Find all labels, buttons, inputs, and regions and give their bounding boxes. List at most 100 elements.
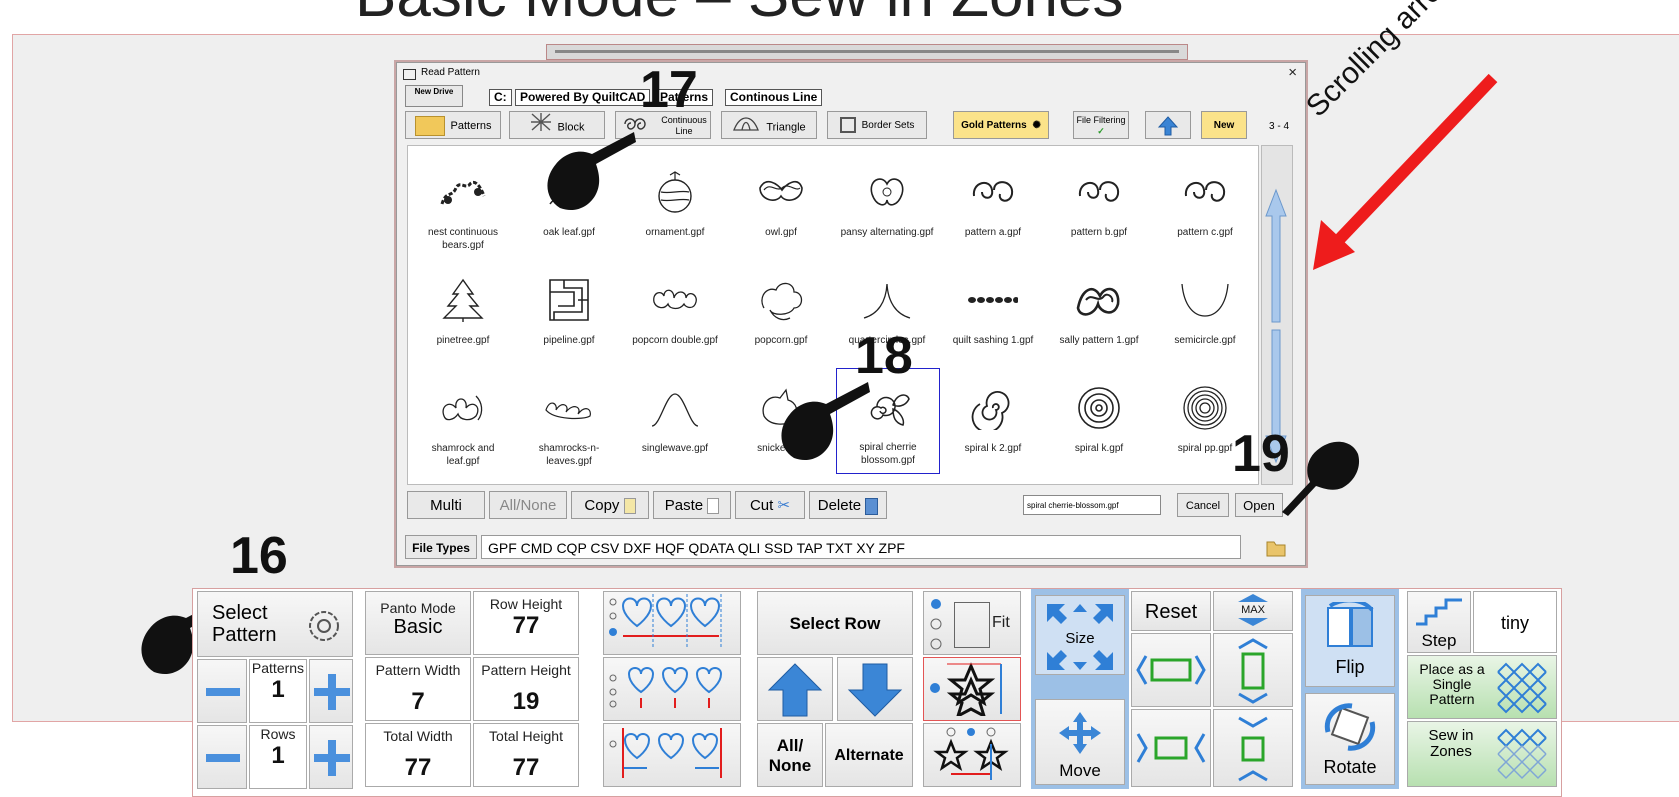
move-button[interactable]: Move bbox=[1035, 699, 1125, 785]
pattern-width-value: 7 bbox=[411, 688, 425, 715]
max-button[interactable]: MAX bbox=[1213, 591, 1293, 631]
trash-icon bbox=[865, 497, 879, 515]
file-item[interactable]: sally pattern 1.gpf bbox=[1048, 262, 1150, 366]
step-size-value[interactable]: tiny bbox=[1473, 591, 1557, 653]
all-none-rows-button[interactable]: All/ None bbox=[757, 723, 823, 787]
file-item[interactable]: pattern b.gpf bbox=[1048, 154, 1150, 258]
row-up-button[interactable] bbox=[757, 657, 833, 721]
stretch-vertical-button[interactable] bbox=[1213, 633, 1293, 707]
folder-browse-icon[interactable] bbox=[1265, 538, 1287, 558]
rotate-button[interactable]: Rotate bbox=[1305, 693, 1395, 785]
shrink-horizontal-button[interactable] bbox=[1131, 709, 1211, 787]
total-height-field[interactable]: Total Height 77 bbox=[473, 723, 579, 787]
file-item[interactable]: shamrock and leaf.gpf bbox=[412, 370, 514, 474]
minus-icon bbox=[206, 688, 240, 696]
all-none-button[interactable]: All/None bbox=[489, 491, 567, 519]
file-item[interactable]: popcorn double.gpf bbox=[624, 262, 726, 366]
multi-button[interactable]: Multi bbox=[407, 491, 485, 519]
file-filtering-button[interactable]: File Filtering ✓ bbox=[1073, 111, 1129, 139]
spacing-option-centered[interactable] bbox=[603, 657, 741, 721]
select-pattern-button[interactable]: Select Pattern bbox=[197, 591, 353, 657]
fit-radio-icon bbox=[930, 599, 942, 650]
sew-in-zones-button[interactable]: Sew in Zones bbox=[1407, 721, 1557, 787]
reset-button[interactable]: Reset bbox=[1131, 591, 1211, 631]
close-icon[interactable]: × bbox=[1288, 64, 1297, 81]
file-item[interactable]: popcorn.gpf bbox=[730, 262, 832, 366]
select-row-button[interactable]: Select Row bbox=[757, 591, 913, 655]
step-button[interactable]: Step bbox=[1407, 591, 1471, 653]
open-button[interactable]: Open bbox=[1235, 493, 1283, 517]
star-offset-option[interactable] bbox=[923, 657, 1021, 721]
pattern-height-field[interactable]: Pattern Height 19 bbox=[473, 657, 579, 721]
rows-increase-button[interactable] bbox=[309, 725, 353, 789]
paste-button[interactable]: Paste bbox=[653, 491, 731, 519]
alternate-button[interactable]: Alternate bbox=[825, 723, 913, 787]
top-scroll-strip bbox=[546, 44, 1188, 60]
flip-label: Flip bbox=[1335, 657, 1365, 677]
delete-button[interactable]: Delete bbox=[809, 491, 887, 519]
stretch-horizontal-button[interactable] bbox=[1131, 633, 1211, 707]
step-label: Step bbox=[1421, 631, 1457, 650]
file-name: pansy alternating.gpf bbox=[840, 227, 934, 238]
file-item[interactable]: shamrocks-n-leaves.gpf bbox=[518, 370, 620, 474]
panto-value: Basic bbox=[393, 616, 443, 638]
copy-button[interactable]: Copy bbox=[571, 491, 649, 519]
row-down-button[interactable] bbox=[837, 657, 913, 721]
tab-border-sets[interactable]: Border Sets bbox=[827, 111, 927, 139]
max-label: MAX bbox=[1241, 604, 1266, 616]
file-item[interactable]: semicircle.gpf bbox=[1154, 262, 1256, 366]
pattern-thumbnail bbox=[549, 279, 589, 321]
tab-patterns[interactable]: Patterns bbox=[405, 111, 501, 139]
panto-mode-button[interactable]: Panto Mode Basic bbox=[365, 591, 471, 655]
file-item[interactable]: pipeline.gpf bbox=[518, 262, 620, 366]
spacing-option-arrows-out[interactable] bbox=[603, 591, 741, 655]
spacing-option-edges[interactable] bbox=[603, 723, 741, 787]
rows-count: Rows 1 bbox=[249, 725, 307, 789]
rows-decrease-button[interactable] bbox=[197, 725, 247, 789]
file-item[interactable]: spiral k 2.gpf bbox=[942, 370, 1044, 474]
file-item[interactable]: owl.gpf bbox=[730, 154, 832, 258]
file-item[interactable]: spiral k.gpf bbox=[1048, 370, 1150, 474]
size-button[interactable]: Size bbox=[1035, 595, 1125, 675]
drive-letter[interactable]: C: bbox=[489, 89, 512, 106]
file-item[interactable]: nest continuous bears.gpf bbox=[412, 154, 514, 258]
cancel-button[interactable]: Cancel bbox=[1177, 493, 1229, 517]
new-folder-button[interactable]: New bbox=[1201, 111, 1247, 139]
flip-button[interactable]: Flip bbox=[1305, 595, 1395, 687]
total-width-label: Total Width bbox=[383, 728, 453, 744]
move-label: Move bbox=[1059, 761, 1101, 780]
tab-gold-patterns[interactable]: Gold Patterns ✺ bbox=[953, 111, 1049, 139]
total-width-field[interactable]: Total Width 77 bbox=[365, 723, 471, 787]
path-folder[interactable]: Powered By QuiltCAD bbox=[515, 89, 651, 106]
pattern-width-field[interactable]: Pattern Width 7 bbox=[365, 657, 471, 721]
tab-triangle-label: Triangle bbox=[766, 121, 806, 134]
patterns-decrease-button[interactable] bbox=[197, 659, 247, 723]
row-height-field[interactable]: Row Height 77 bbox=[473, 591, 579, 655]
file-item[interactable]: quilt sashing 1.gpf bbox=[942, 262, 1044, 366]
up-folder-button[interactable] bbox=[1145, 111, 1191, 139]
place-single-label: Place as a Single Pattern bbox=[1419, 661, 1485, 707]
file-item[interactable]: singlewave.gpf bbox=[624, 370, 726, 474]
cut-button[interactable]: Cut ✂ bbox=[735, 491, 805, 519]
file-item[interactable]: pinetree.gpf bbox=[412, 262, 514, 366]
folder-icon bbox=[414, 116, 445, 137]
annotation-number-16: 16 bbox=[230, 527, 288, 585]
pointing-hand-icon bbox=[781, 382, 870, 461]
file-item[interactable]: ornament.gpf bbox=[624, 154, 726, 258]
star-align-option[interactable] bbox=[923, 723, 1021, 787]
place-single-pattern-button[interactable]: Place as a Single Pattern bbox=[1407, 655, 1557, 719]
file-types-field[interactable]: GPF CMD CQP CSV DXF HQF QDATA QLI SSD TA… bbox=[481, 535, 1241, 559]
scroll-up-arrow-icon[interactable] bbox=[1264, 186, 1288, 326]
filename-input[interactable]: spiral cherrie-blossom.gpf bbox=[1023, 495, 1161, 515]
new-drive-button[interactable]: New Drive bbox=[405, 85, 463, 107]
file-item[interactable]: pattern c.gpf bbox=[1154, 154, 1256, 258]
file-item[interactable]: pattern a.gpf bbox=[942, 154, 1044, 258]
path-subfolder-continuous[interactable]: Continous Line bbox=[725, 89, 823, 106]
delete-label: Delete bbox=[817, 497, 862, 514]
fit-option[interactable]: Fit bbox=[923, 591, 1021, 655]
patterns-increase-button[interactable] bbox=[309, 659, 353, 723]
shrink-vertical-button[interactable] bbox=[1213, 709, 1293, 787]
file-name: popcorn.gpf bbox=[754, 335, 808, 346]
tab-triangle[interactable]: Triangle bbox=[721, 111, 817, 139]
file-item[interactable]: pansy alternating.gpf bbox=[836, 154, 938, 258]
